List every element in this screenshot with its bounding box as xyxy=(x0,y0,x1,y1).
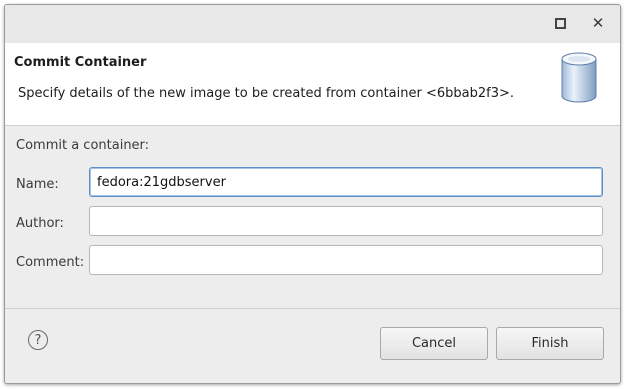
help-icon: ? xyxy=(34,332,42,348)
finish-button[interactable]: Finish xyxy=(496,327,604,360)
close-icon: ✕ xyxy=(591,14,605,32)
section-label: Commit a container: xyxy=(16,138,150,153)
comment-input[interactable] xyxy=(89,245,603,275)
commit-container-dialog: ✕ Commit Container Specify details of th… xyxy=(4,4,621,384)
title-bar: ✕ xyxy=(5,5,620,43)
author-input[interactable] xyxy=(89,206,603,236)
name-input[interactable] xyxy=(89,167,603,197)
help-button[interactable]: ? xyxy=(28,330,48,350)
cancel-button[interactable]: Cancel xyxy=(380,327,488,360)
close-button[interactable]: ✕ xyxy=(591,14,605,32)
footer-divider xyxy=(5,308,620,309)
author-label: Author: xyxy=(16,216,64,231)
dialog-header: Commit Container Specify details of the … xyxy=(5,43,620,126)
maximize-icon xyxy=(554,17,566,29)
maximize-button[interactable] xyxy=(553,16,567,30)
form-area: Commit a container: Name: Author: Commen… xyxy=(5,126,620,310)
comment-label: Comment: xyxy=(16,255,85,270)
database-cylinder-icon xyxy=(561,52,597,103)
dialog-title: Commit Container xyxy=(14,55,147,70)
name-label: Name: xyxy=(16,177,59,192)
dialog-description: Specify details of the new image to be c… xyxy=(18,86,514,101)
